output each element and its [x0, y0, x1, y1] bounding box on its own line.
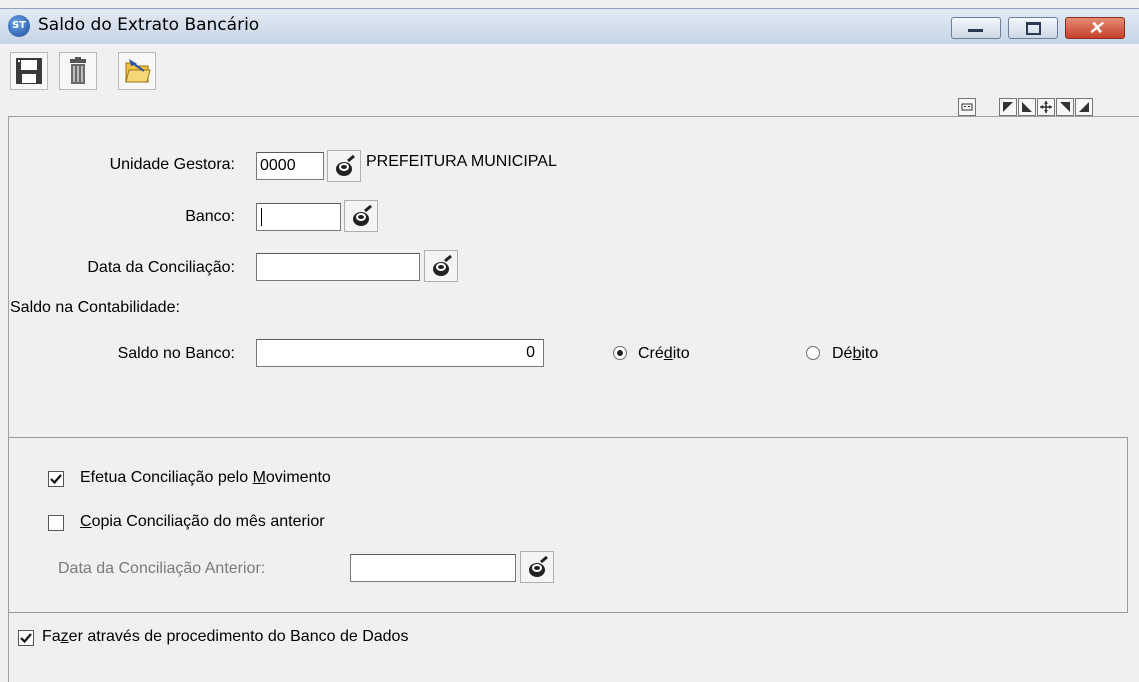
lookup-icon [353, 205, 372, 226]
data-conciliacao-lookup-button[interactable] [424, 250, 458, 282]
fazer-procedimento-label[interactable]: Fazer através de procedimento do Banco d… [42, 628, 408, 646]
efetua-conciliacao-checkbox[interactable] [48, 471, 64, 487]
app-icon: ST [8, 15, 30, 37]
delete-button[interactable] [59, 52, 97, 90]
credito-radio[interactable] [613, 346, 627, 360]
efetua-conciliacao-label[interactable]: Efetua Conciliação pelo Movimento [80, 469, 331, 487]
minimize-button[interactable] [951, 17, 1001, 39]
banco-label: Banco: [185, 208, 235, 225]
maximize-button[interactable] [1008, 17, 1058, 39]
copia-conciliacao-label[interactable]: Copia Conciliação do mês anterior [80, 513, 325, 531]
credito-label[interactable]: Crédito [638, 345, 690, 363]
keyboard-icon[interactable] [958, 98, 976, 116]
unidade-gestora-label: Unidade Gestora: [109, 156, 235, 173]
window: ST Saldo do Extrato Bancário ✕ Unidade G… [0, 0, 1139, 682]
corner-top-right-icon[interactable] [1056, 98, 1074, 116]
debito-label[interactable]: Débito [832, 345, 878, 363]
close-icon: ✕ [1088, 18, 1104, 38]
minimize-icon [968, 29, 983, 32]
copia-conciliacao-checkbox[interactable] [48, 515, 64, 531]
trash-icon [70, 57, 86, 84]
data-conciliacao-label: Data da Conciliação: [87, 259, 235, 276]
fazer-procedimento-checkbox[interactable] [18, 630, 34, 646]
text-cursor [261, 208, 262, 226]
save-button[interactable] [10, 52, 48, 90]
corner-bottom-right-icon[interactable] [1075, 98, 1093, 116]
saldo-banco-label: Saldo no Banco: [117, 345, 235, 362]
title-bar: ST Saldo do Extrato Bancário ✕ [0, 8, 1139, 45]
unidade-gestora-lookup-button[interactable] [327, 150, 361, 182]
lookup-icon [529, 556, 548, 577]
saldo-banco-input[interactable]: 0 [256, 339, 544, 367]
banco-input[interactable] [256, 203, 341, 231]
data-conciliacao-input[interactable] [256, 253, 420, 281]
data-conciliacao-anterior-input[interactable] [350, 554, 516, 582]
lookup-icon [336, 155, 355, 176]
corner-top-left-icon[interactable] [999, 98, 1017, 116]
folder-arrow-icon [125, 59, 151, 83]
corner-bottom-left-icon[interactable] [1018, 98, 1036, 116]
open-button[interactable] [118, 52, 156, 90]
floppy-disk-icon [16, 58, 42, 84]
lookup-icon [433, 255, 452, 276]
checkmark-icon [50, 474, 62, 485]
maximize-icon [1026, 22, 1041, 35]
window-title: Saldo do Extrato Bancário [38, 15, 260, 35]
move-icon[interactable] [1037, 98, 1055, 116]
saldo-contabilidade-label: Saldo na Contabilidade: [10, 299, 180, 316]
banco-lookup-button[interactable] [344, 200, 378, 232]
close-button[interactable]: ✕ [1065, 17, 1125, 39]
toolbar [0, 44, 1139, 116]
data-conciliacao-anterior-label: Data da Conciliação Anterior: [58, 560, 266, 577]
unidade-gestora-input[interactable]: 0000 [256, 152, 324, 180]
data-conciliacao-anterior-lookup-button[interactable] [520, 551, 554, 583]
checkmark-icon [20, 633, 32, 644]
debito-radio[interactable] [806, 346, 820, 360]
unidade-gestora-description: PREFEITURA MUNICIPAL [366, 153, 557, 170]
